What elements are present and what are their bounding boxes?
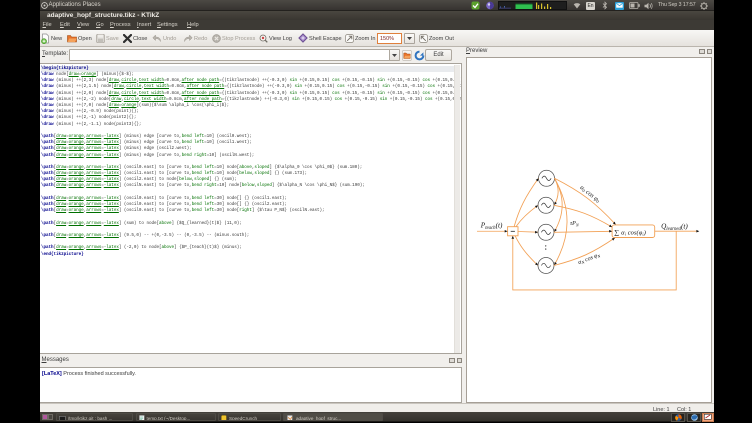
svg-text:τPN: τPN — [570, 221, 579, 227]
svg-text:Pteach(t): Pteach(t) — [479, 221, 502, 231]
svg-text:∑: ∑ — [614, 228, 619, 236]
svg-text:αN cos φN: αN cos φN — [577, 252, 601, 266]
